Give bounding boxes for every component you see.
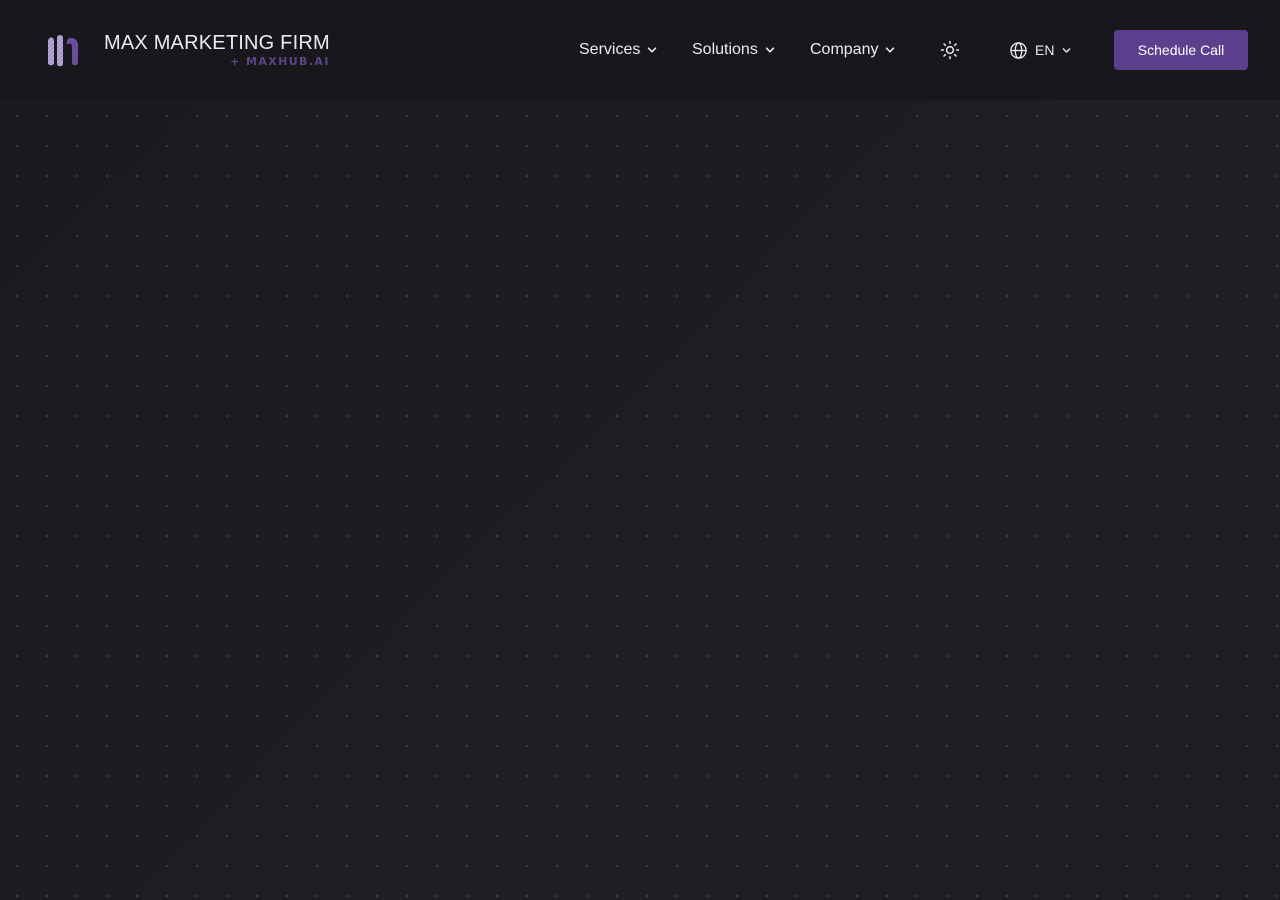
brand-text: MAX MARKETING FIRM + MAXHUB.AI <box>104 31 330 69</box>
language-selector[interactable]: EN <box>1009 38 1071 62</box>
brand-subtitle: + MAXHUB.AI <box>230 55 330 68</box>
dot-grid-background <box>0 100 1280 900</box>
nav-services[interactable]: Services <box>579 38 657 62</box>
nav-company-label: Company <box>810 41 879 58</box>
page: MAX MARKETING FIRM + MAXHUB.AI Services … <box>0 0 1280 900</box>
chevron-down-icon <box>765 47 775 53</box>
language-label: EN <box>1035 42 1055 58</box>
brand-name: MAX MARKETING FIRM <box>104 32 330 54</box>
nav-company[interactable]: Company <box>810 38 895 62</box>
chevron-down-icon <box>648 47 657 53</box>
globe-icon <box>1010 41 1027 59</box>
hero-section <box>0 100 1280 900</box>
nav-solutions[interactable]: Solutions <box>692 38 775 62</box>
chevron-down-icon <box>886 47 895 53</box>
theme-toggle-button[interactable] <box>938 38 962 62</box>
nav-services-label: Services <box>579 41 641 58</box>
top-navbar: MAX MARKETING FIRM + MAXHUB.AI Services … <box>0 0 1280 100</box>
sun-icon <box>940 40 960 60</box>
nav-solutions-label: Solutions <box>692 41 758 58</box>
brand-logo-link[interactable]: MAX MARKETING FIRM + MAXHUB.AI <box>44 30 330 70</box>
schedule-call-button[interactable]: Schedule Call <box>1114 30 1248 70</box>
max-logo-icon <box>48 35 78 67</box>
chevron-down-icon <box>1063 47 1071 53</box>
